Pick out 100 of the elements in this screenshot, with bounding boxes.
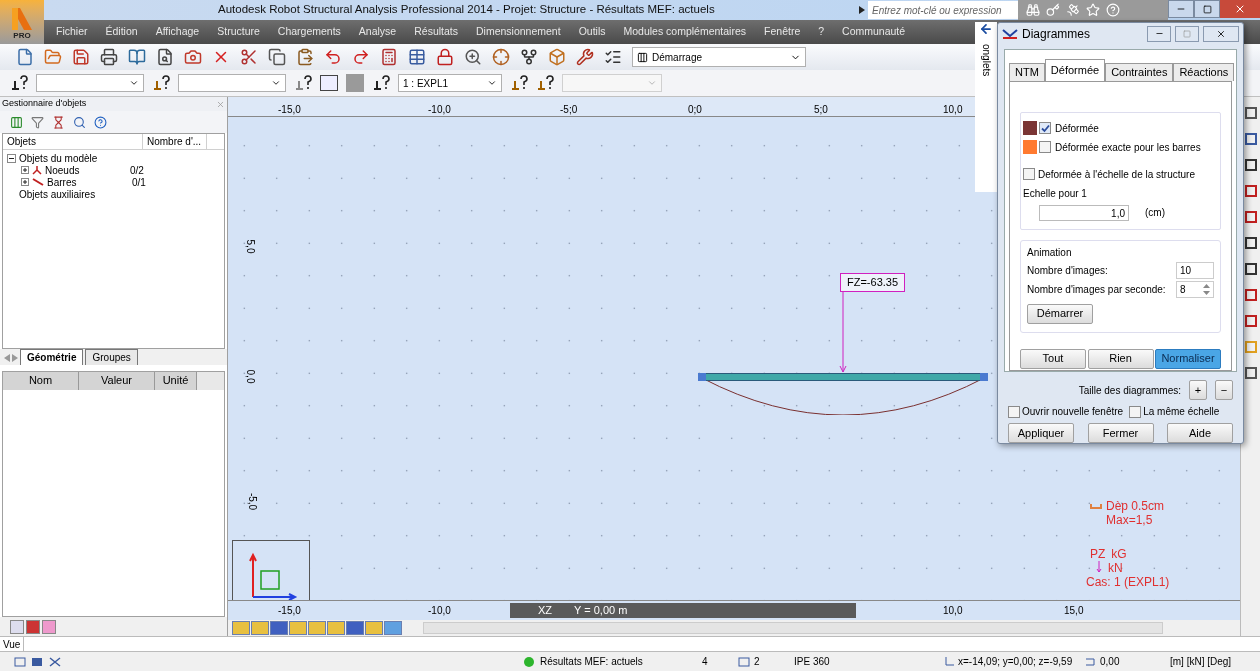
calculator-icon[interactable]: [380, 48, 398, 66]
panel-tab[interactable]: Groupes: [85, 349, 138, 365]
menu-item[interactable]: Analyse: [358, 24, 397, 40]
dialog-button[interactable]: Démarrer: [1027, 303, 1093, 324]
checkbox[interactable]: [1129, 405, 1142, 418]
menu-item[interactable]: Structure: [217, 24, 260, 40]
scissors-icon[interactable]: [240, 48, 258, 66]
hand-query-icon[interactable]: [294, 75, 312, 91]
binoculars-icon[interactable]: [1026, 3, 1040, 17]
paste-icon[interactable]: [296, 48, 314, 66]
scrollbar[interactable]: [197, 372, 224, 390]
menu-item[interactable]: Communauté: [842, 24, 906, 40]
expand-icon[interactable]: [21, 166, 29, 174]
checkbox[interactable]: [1039, 122, 1051, 135]
layout-combo[interactable]: Démarrage: [632, 47, 806, 67]
dialog-button[interactable]: +: [1189, 380, 1207, 400]
scale-field[interactable]: 1,0: [1039, 204, 1129, 221]
load-combo-icon[interactable]: [536, 75, 554, 91]
menu-item[interactable]: Outils: [578, 24, 606, 40]
app-logo[interactable]: PRO: [0, 0, 44, 44]
dialog-button[interactable]: Tout: [1020, 348, 1086, 369]
save-icon[interactable]: [72, 48, 90, 66]
load-query-icon[interactable]: [372, 75, 390, 91]
checkbox[interactable]: [1039, 141, 1051, 154]
menu-item[interactable]: Dimensionnement: [476, 24, 561, 40]
dialog-tab[interactable]: NTM: [1009, 62, 1045, 81]
panel-title: Gestionnaire d'objets: [2, 97, 87, 111]
dialog-button[interactable]: Rien: [1087, 348, 1154, 369]
menu-item[interactable]: Chargements: [277, 24, 341, 40]
case-combo[interactable]: 1 : EXPL1: [398, 74, 502, 92]
view-plane[interactable]: XZ: [538, 602, 553, 619]
menu-item[interactable]: Fenêtre: [764, 24, 801, 40]
help-icon[interactable]: [94, 115, 107, 129]
fork-icon[interactable]: [520, 48, 538, 66]
horizontal-scrollbar[interactable]: [423, 622, 1163, 634]
color-swatch[interactable]: [1023, 121, 1037, 136]
undo-icon[interactable]: [324, 48, 342, 66]
dropdown-field[interactable]: [562, 74, 662, 92]
dialog-button[interactable]: Normaliser: [1155, 348, 1221, 369]
bar-query-icon[interactable]: [152, 75, 170, 91]
expand-icon[interactable]: [21, 178, 29, 186]
menu-item[interactable]: Édition: [105, 24, 138, 40]
menu-item[interactable]: Modules complémentaires: [623, 24, 747, 40]
satellite-icon[interactable]: [1066, 3, 1080, 17]
maximize-button[interactable]: [1194, 0, 1220, 18]
side-tab[interactable]: onglets: [975, 22, 997, 192]
list-icon[interactable]: [604, 48, 622, 66]
panel-tab[interactable]: Géométrie: [20, 349, 84, 365]
frames-field[interactable]: 10: [1176, 261, 1214, 279]
dropdown-field[interactable]: [178, 74, 286, 92]
dropdown-field[interactable]: [36, 74, 144, 92]
collapse-icon[interactable]: [7, 153, 16, 163]
menu-item[interactable]: ?: [818, 24, 825, 40]
menu-item[interactable]: Affichage: [155, 24, 200, 40]
dialog-button[interactable]: Aide: [1167, 423, 1233, 443]
expand-arrow-icon[interactable]: [859, 6, 865, 14]
column-header[interactable]: Objets: [3, 134, 143, 149]
dialog-button[interactable]: −: [1215, 380, 1233, 400]
menu-item[interactable]: Résultats: [414, 24, 458, 40]
copy-icon[interactable]: [268, 48, 286, 66]
redo-icon[interactable]: [352, 48, 370, 66]
dialog-tab[interactable]: Contraintes: [1105, 62, 1174, 81]
table-icon[interactable]: [408, 48, 426, 66]
dialog-tab[interactable]: Déformée: [1044, 58, 1106, 81]
spinner-arrows-icon[interactable]: [1203, 282, 1210, 296]
color-swatch[interactable]: [1023, 140, 1037, 155]
load-case-icon[interactable]: [510, 75, 528, 91]
search-field[interactable]: Entrez mot-clé ou expression: [868, 1, 1018, 19]
column-header[interactable]: Nombre d'...: [143, 134, 207, 149]
open-folder-icon[interactable]: [44, 48, 62, 66]
dialog-button[interactable]: Fermer: [1087, 423, 1154, 443]
color-swatch-icon[interactable]: [346, 74, 364, 92]
new-file-icon[interactable]: [16, 48, 34, 66]
zoom-icon[interactable]: [464, 48, 482, 66]
column-header[interactable]: Valeur: [79, 372, 155, 390]
search-icon[interactable]: [73, 115, 86, 129]
box-icon[interactable]: [548, 48, 566, 66]
lock-icon[interactable]: [436, 48, 454, 66]
camera-icon[interactable]: [184, 48, 202, 66]
crosshair-icon[interactable]: [492, 48, 510, 66]
file-search-icon[interactable]: [156, 48, 174, 66]
dialog-button[interactable]: Appliquer: [1008, 423, 1074, 443]
menu-item[interactable]: Fichier: [56, 24, 88, 40]
node-query-icon[interactable]: [10, 75, 28, 91]
scroll-left-icon[interactable]: [4, 354, 10, 362]
dialog-tab[interactable]: Réactions: [1173, 62, 1235, 81]
star-icon[interactable]: [1086, 3, 1100, 17]
minimize-button[interactable]: [1168, 0, 1194, 18]
hourglass-icon[interactable]: [52, 115, 65, 129]
checkbox[interactable]: [1008, 405, 1020, 418]
book-icon[interactable]: [128, 48, 146, 66]
filter-icon[interactable]: [31, 115, 44, 129]
columns-icon[interactable]: [10, 115, 23, 129]
printer-icon[interactable]: [100, 48, 118, 66]
window-icon[interactable]: [320, 75, 338, 91]
scroll-right-icon[interactable]: [12, 354, 18, 362]
view-tab[interactable]: Vue: [0, 636, 25, 652]
checkbox[interactable]: [1023, 168, 1035, 181]
column-header[interactable]: Nom: [3, 372, 79, 390]
fps-spinner[interactable]: 8: [1176, 280, 1214, 298]
